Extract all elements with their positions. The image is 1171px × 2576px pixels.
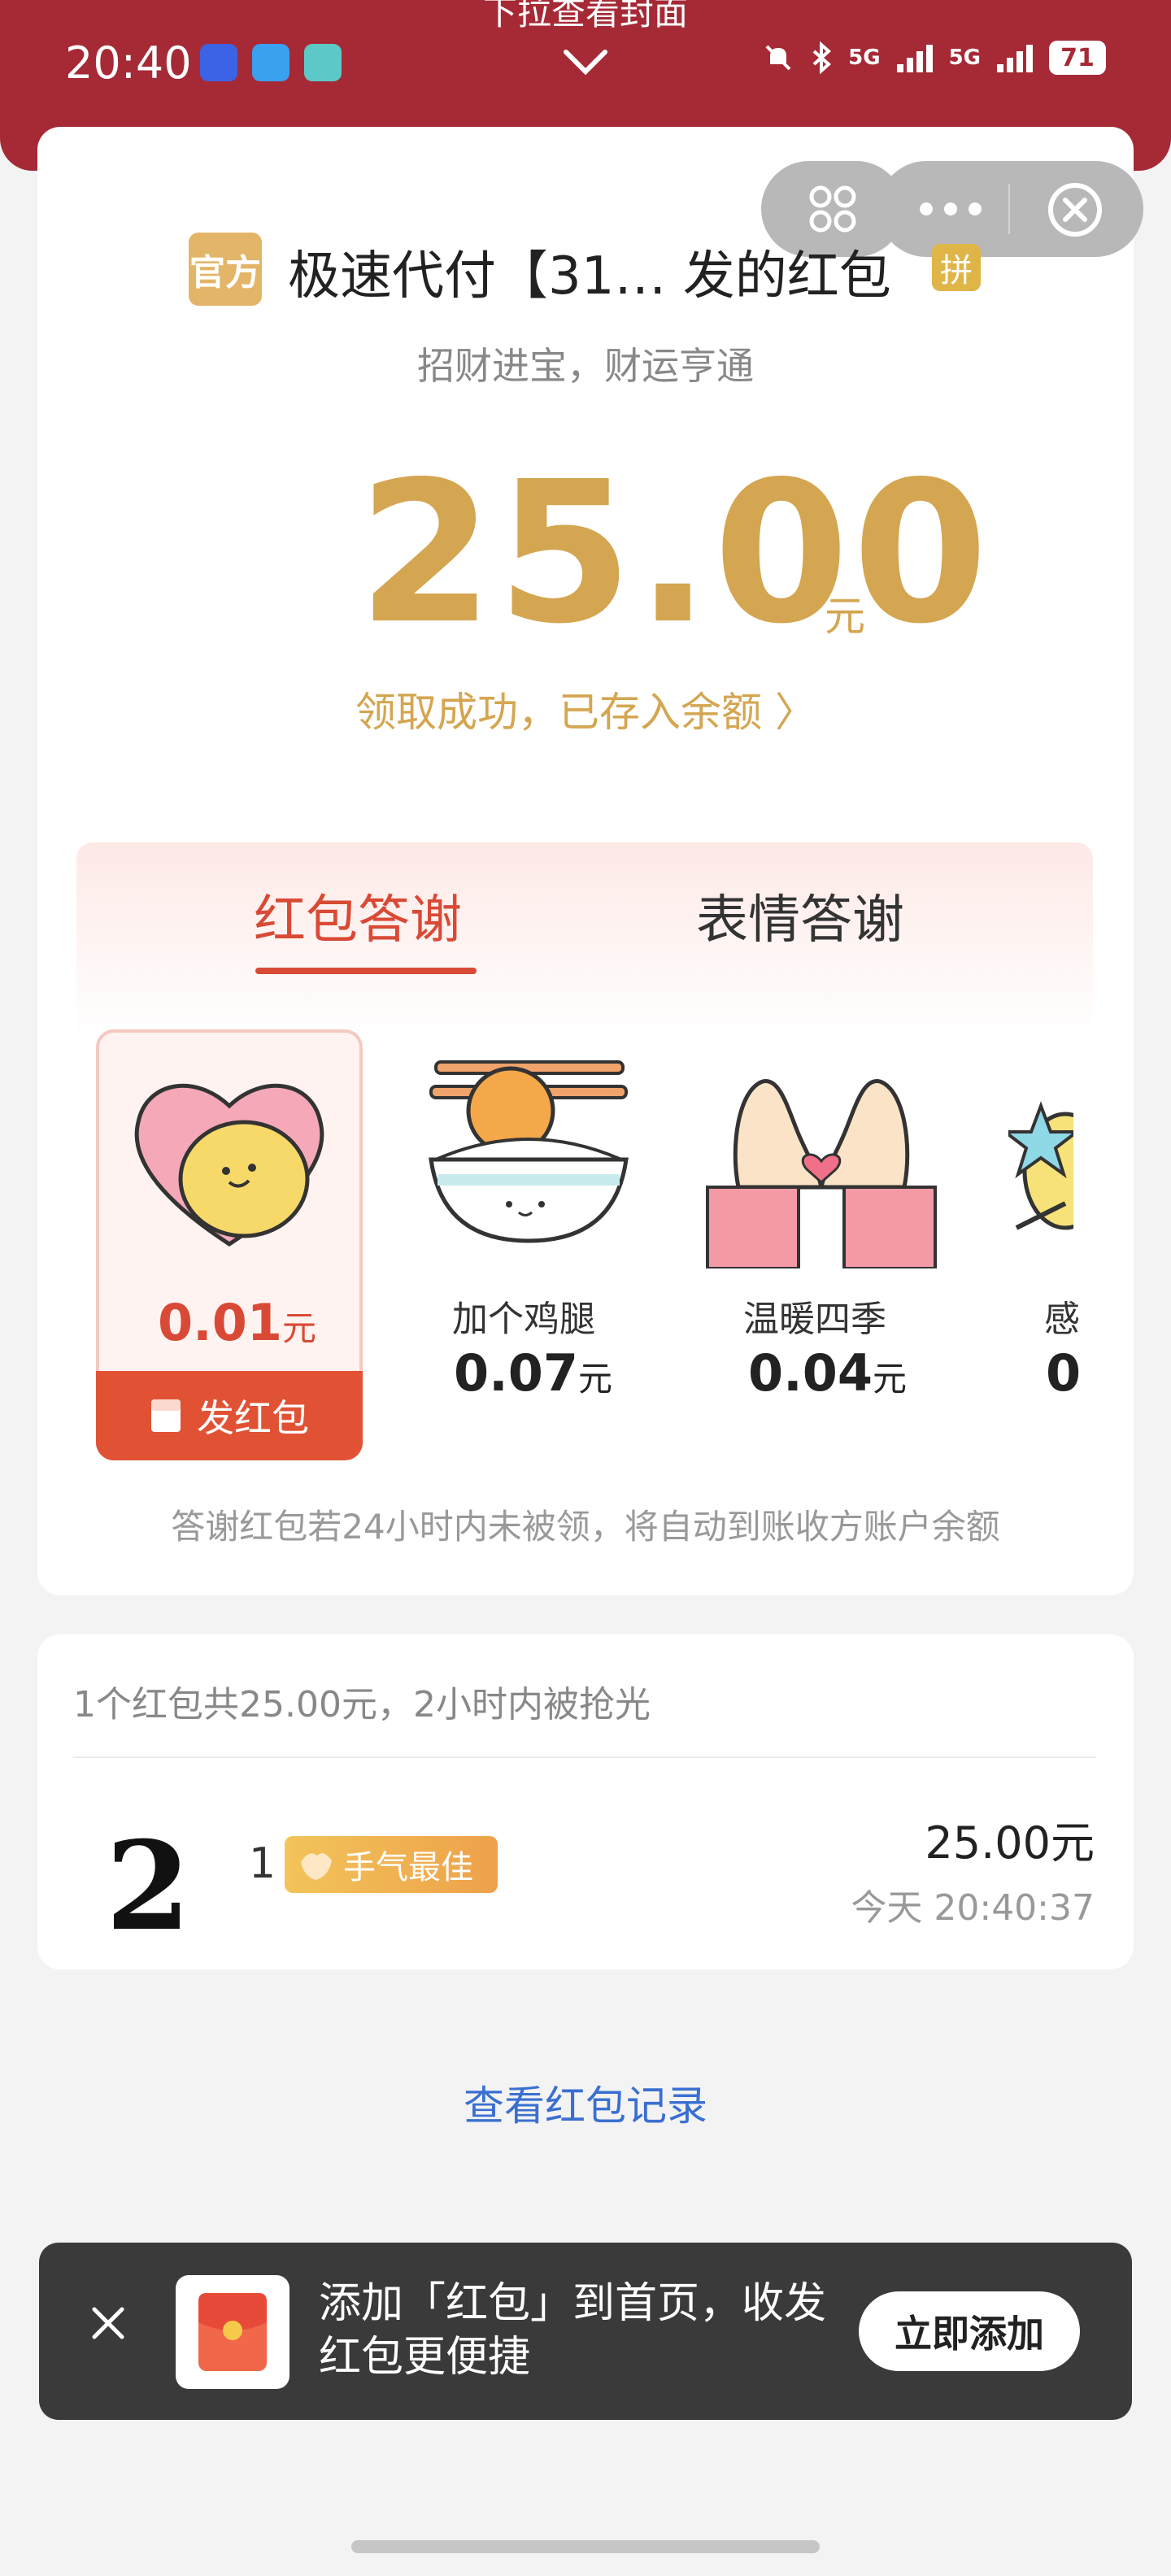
gift-price-value: 0 [1046, 1343, 1082, 1403]
claim-status-link[interactable]: 领取成功，已存入余额 〉 [0, 680, 1171, 738]
official-badge: 官方 [189, 233, 262, 306]
signal-icon-2 [997, 45, 1033, 72]
mail-app-icon [304, 44, 342, 81]
cloud-app-icon [252, 44, 289, 81]
summary-text: 1个红包共25.00元，2小时内被抢光 [73, 1684, 651, 1725]
gift-price: 0.07元 [454, 1343, 612, 1403]
status-time: 20:40 [65, 37, 192, 89]
mute-icon [765, 45, 791, 71]
gift-name: 感 [1044, 1299, 1080, 1340]
capsule-menu [878, 161, 1143, 257]
group-badge: 拼 [932, 244, 981, 291]
gift-price: 0 [1046, 1343, 1081, 1403]
winner-name: 1 [249, 1839, 276, 1888]
close-icon[interactable] [1046, 181, 1104, 239]
send-redpacket-button[interactable]: 发红包 [96, 1371, 363, 1460]
amount-value: 25.00 [358, 439, 992, 667]
redpacket-icon [198, 2293, 267, 2371]
gift-name: 加个鸡腿 [452, 1299, 595, 1340]
close-icon[interactable] [91, 2306, 125, 2340]
gift-price: 0.04元 [748, 1343, 907, 1403]
gift-price: 0.01元 [158, 1293, 316, 1352]
heart-hands-icon[interactable] [706, 1057, 937, 1268]
winner-time: 今天 20:40:37 [851, 1887, 1095, 1929]
gift-price-unit: 元 [872, 1359, 907, 1399]
vivo-app-icon [200, 44, 237, 81]
mini-program-icon [809, 185, 856, 233]
hug-heart-icon [134, 1083, 324, 1247]
bluetooth-icon [812, 41, 832, 74]
greeting: 招财进宝，财运亨通 [417, 344, 754, 388]
home-indicator[interactable] [351, 2540, 820, 2553]
view-records-link[interactable]: 查看红包记录 [0, 2073, 1171, 2132]
toast-message: 添加「红包」到首页，收发红包更便捷 [319, 2279, 827, 2382]
battery-indicator: 71 [1049, 41, 1106, 75]
send-button-label: 发红包 [197, 1396, 309, 1440]
gift-price-value: 0.01 [158, 1293, 282, 1352]
chicken-leg-bowl-icon[interactable] [420, 1038, 638, 1257]
winner-amount: 25.00元 [925, 1817, 1095, 1869]
sender-title: 极速代付【31… 发的红包 [288, 246, 891, 307]
more-icon[interactable] [914, 197, 987, 221]
rank-avatar: 2 [106, 1815, 191, 1958]
gift-price-unit: 元 [281, 1308, 316, 1348]
redpacket-app-icon [176, 2275, 289, 2389]
divider [73, 1756, 1096, 1758]
best-luck-label: 手气最佳 [343, 1849, 473, 1886]
thumbs-up-icon [301, 1853, 332, 1880]
tab-sticker-thanks[interactable]: 表情答谢 [696, 878, 904, 953]
tab-redpacket-thanks[interactable]: 红包答谢 [254, 878, 462, 953]
redpacket-icon [151, 1399, 181, 1432]
add-now-button[interactable]: 立即添加 [859, 2291, 1080, 2371]
tab-underline [255, 968, 477, 974]
amount-unit: 元 [825, 593, 865, 640]
network-label-2: 5G [948, 46, 981, 70]
status-app-icons [200, 44, 342, 81]
signal-icon [896, 45, 933, 72]
best-luck-badge: 手气最佳 [285, 1836, 498, 1893]
status-indicators: 5G 5G 71 [762, 41, 1106, 75]
gift-price-unit: 元 [577, 1359, 612, 1399]
gift-price-value: 0.04 [748, 1343, 873, 1403]
pull-hint: 下拉查看封面 [482, 0, 688, 33]
star-gift-icon [1008, 1101, 1073, 1230]
network-label-1: 5G [848, 46, 881, 70]
auto-settle-note: 答谢红包若24小时内未被领，将自动到账收方账户余额 [171, 1507, 1000, 1547]
gift-name: 温暖四季 [743, 1299, 886, 1340]
gift-price-value: 0.07 [454, 1343, 578, 1403]
gift-card-partial[interactable] [1008, 1057, 1073, 1268]
capsule-divider [1008, 184, 1010, 234]
chevron-down-icon[interactable] [561, 46, 610, 78]
